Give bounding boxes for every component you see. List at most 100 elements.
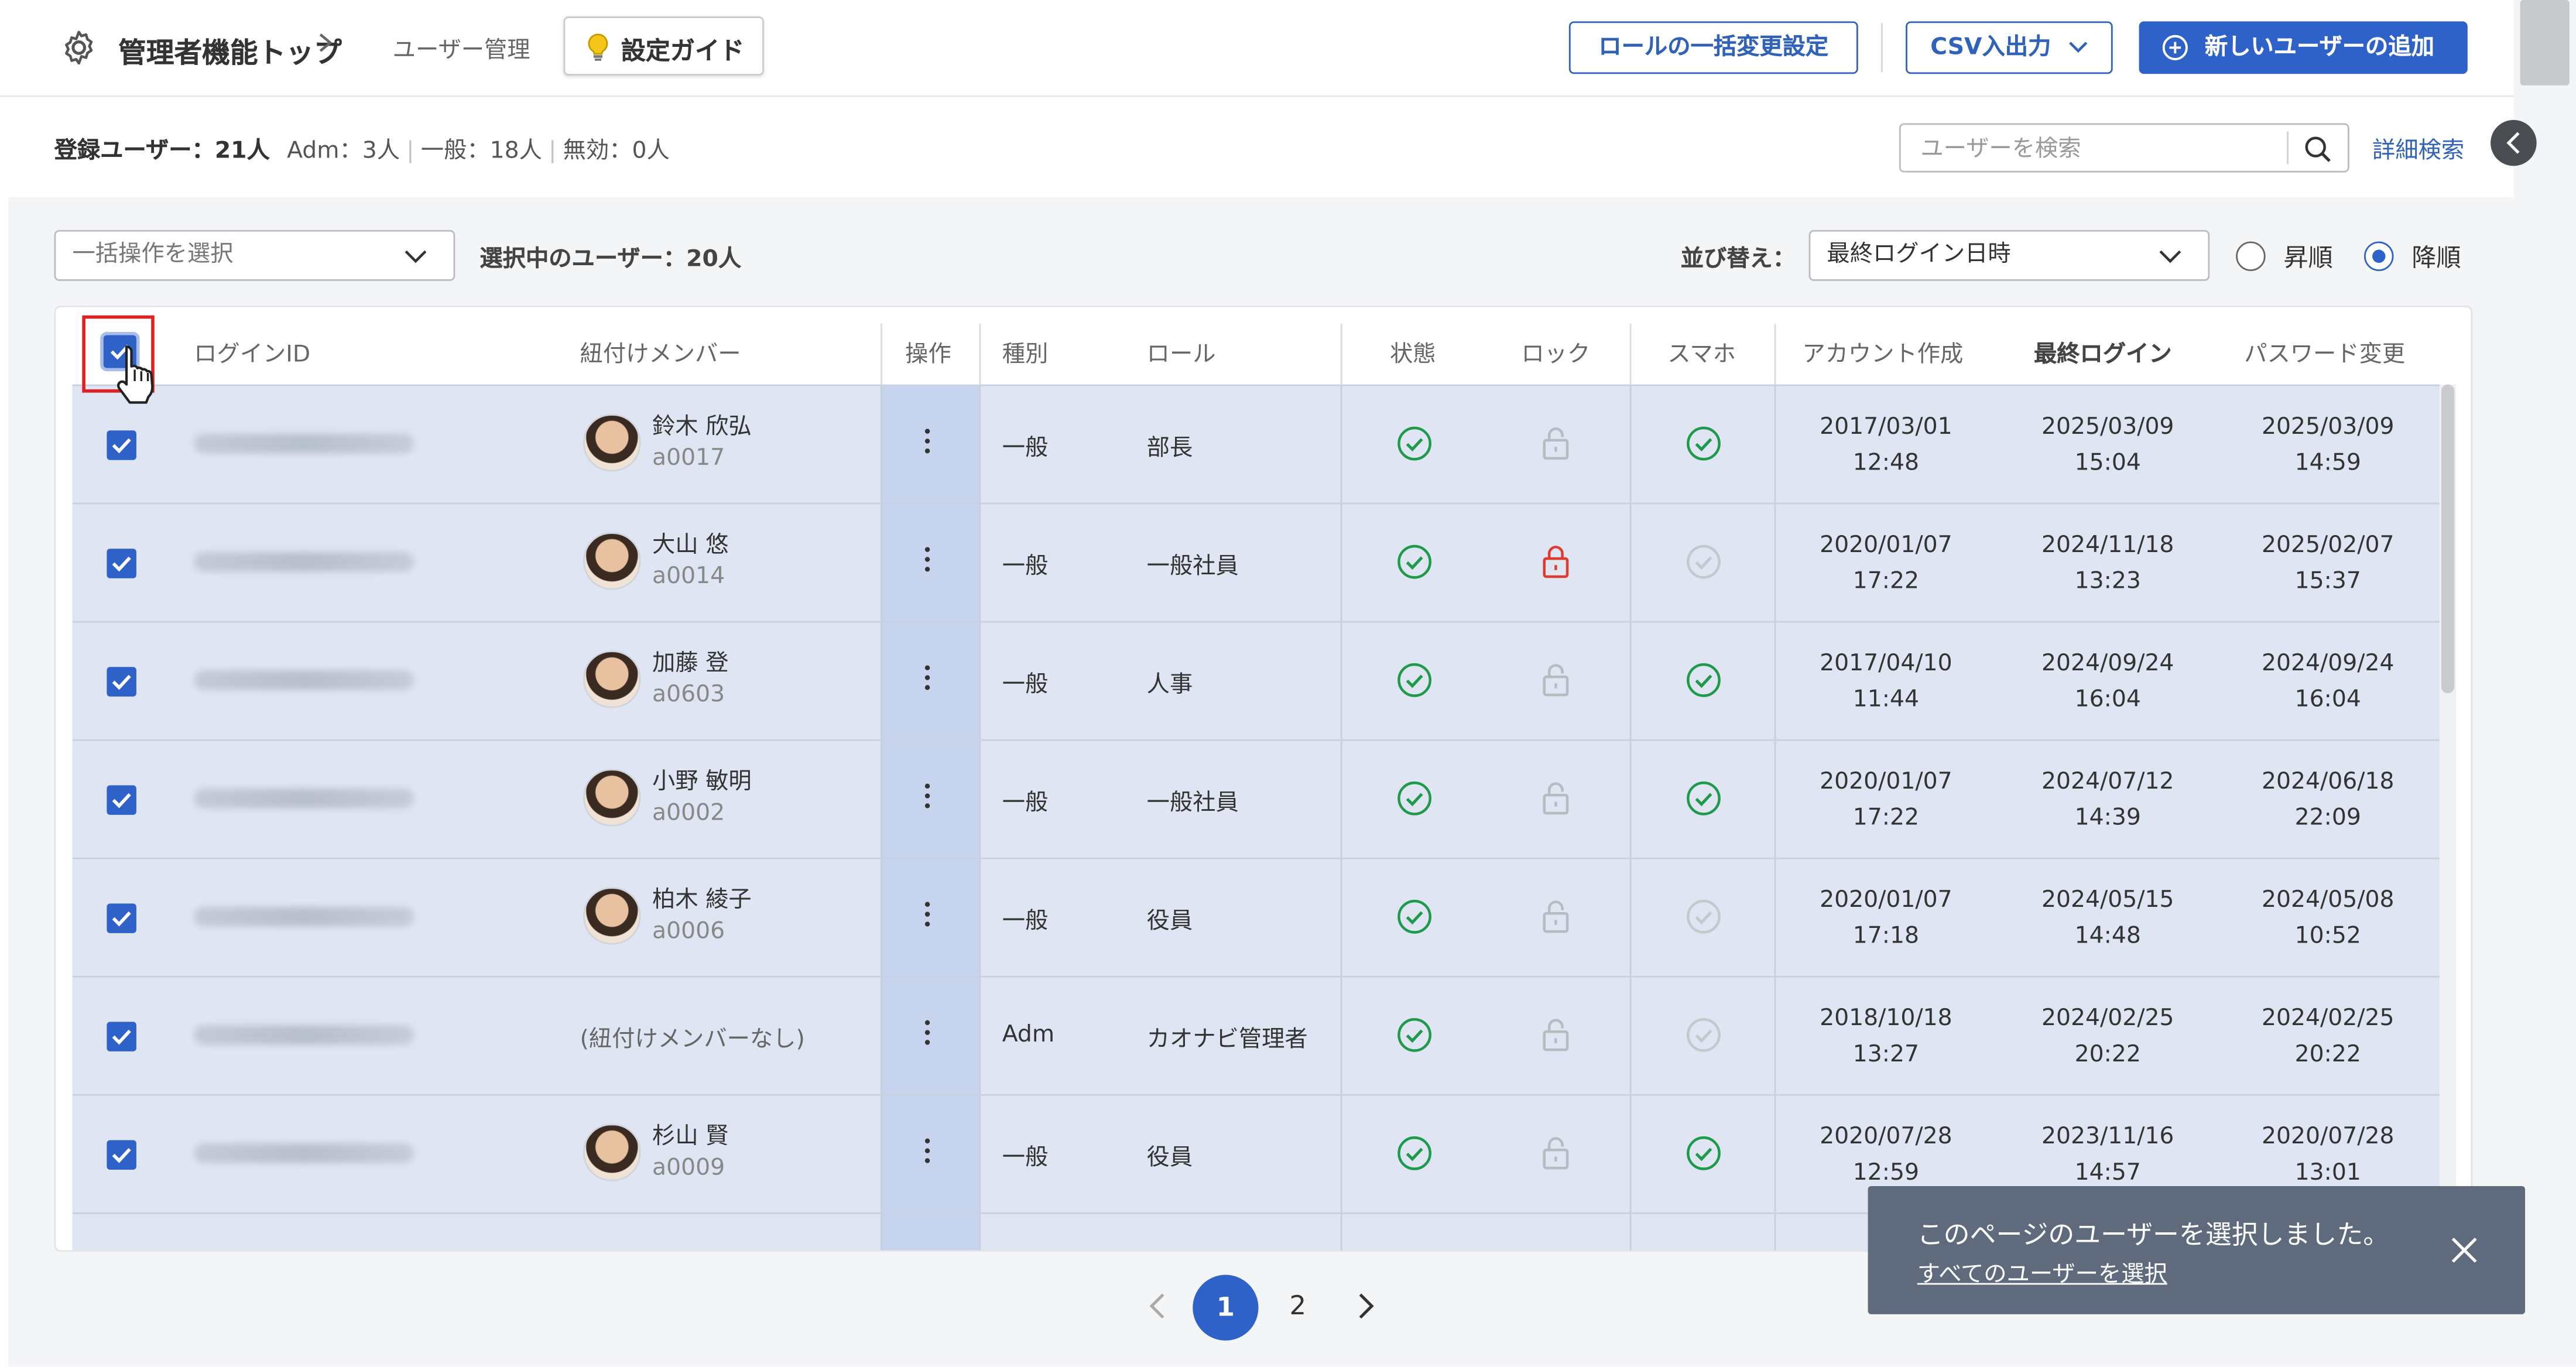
member-name[interactable]: 杉山 賢 — [652, 1119, 728, 1152]
chevron-down-icon — [405, 250, 427, 263]
select-all-users-link[interactable]: すべてのユーザーを選択 — [1917, 1257, 2167, 1290]
row-checkbox[interactable] — [107, 903, 136, 933]
page-1-button[interactable]: 1 — [1193, 1275, 1259, 1341]
breadcrumb-admin-top[interactable]: 管理者機能トップ — [118, 30, 342, 71]
col-account-created[interactable]: アカウント作成 — [1802, 337, 1963, 369]
more-options-icon[interactable] — [924, 665, 931, 691]
more-options-icon[interactable] — [924, 547, 931, 573]
page-scrollbar-thumb[interactable] — [2520, 0, 2570, 85]
csv-io-button[interactable]: CSV入出力 — [1906, 21, 2113, 74]
row-checkbox[interactable] — [107, 667, 136, 697]
password-changed-cell: 2025/02/07 15:37 — [2246, 527, 2410, 599]
last-login-time: 14:48 — [2074, 923, 2141, 950]
row-checkbox[interactable] — [107, 549, 136, 578]
col-lock[interactable]: ロック — [1521, 337, 1590, 369]
next-page-icon[interactable] — [1354, 1291, 1376, 1321]
add-user-button[interactable]: 新しいユーザーの追加 — [2139, 21, 2468, 74]
last-login-time: 16:04 — [2074, 686, 2141, 713]
col-last-login[interactable]: 最終ログイン — [2034, 337, 2172, 369]
col-type[interactable]: 種別 — [1002, 337, 1049, 369]
last-login-cell: 2025/03/09 15:04 — [2026, 409, 2190, 481]
last-login-date: 2025/03/09 — [2041, 414, 2174, 441]
row-checkbox[interactable] — [107, 1022, 136, 1051]
unlock-icon[interactable] — [1539, 426, 1572, 462]
account-created-cell: 2020/01/07 17:22 — [1804, 764, 1968, 836]
role-bulk-change-button[interactable]: ロールの一括変更設定 — [1568, 21, 1858, 74]
breadcrumb-current: ユーザー管理 — [392, 37, 530, 64]
last-login-date: 2023/11/16 — [2041, 1123, 2174, 1150]
table-scrollbar-thumb[interactable] — [2441, 384, 2455, 694]
created-time: 17:22 — [1852, 568, 1920, 595]
search-icon[interactable] — [2303, 135, 2333, 165]
table-scrollbar[interactable] — [2440, 384, 2457, 1250]
gear-icon[interactable] — [59, 28, 98, 67]
member-name[interactable]: 大山 悠 — [652, 527, 728, 560]
member-name[interactable]: 加藤 登 — [652, 646, 728, 679]
advanced-search-link[interactable]: 詳細検索 — [2372, 133, 2464, 166]
member-name[interactable]: 柏木 綾子 — [652, 882, 752, 915]
user-role: 役員 — [1146, 908, 1193, 935]
setup-guide-button[interactable]: 設定ガイド — [563, 16, 764, 76]
col-member[interactable]: 紐付けメンバー — [580, 337, 741, 369]
lightbulb-icon — [588, 33, 608, 61]
password-changed-cell: 2020/07/28 13:01 — [2246, 1119, 2410, 1191]
avatar — [583, 650, 641, 708]
unlock-icon[interactable] — [1539, 1017, 1572, 1053]
password-changed-cell: 2025/03/09 14:59 — [2246, 409, 2410, 481]
check-circle-icon — [1687, 1136, 1721, 1170]
unlock-icon[interactable] — [1539, 780, 1572, 817]
table-row[interactable]: 柏木 綾子 a0006 一般 役員 2020/01/07 17:18 2024/… — [72, 857, 2440, 978]
more-options-icon[interactable] — [924, 1020, 931, 1047]
page-2-button[interactable]: 2 — [1276, 1275, 1319, 1341]
user-search-input[interactable] — [1917, 131, 2286, 168]
user-role: 一般社員 — [1146, 790, 1239, 817]
more-options-icon[interactable] — [924, 1138, 931, 1165]
col-login-id[interactable]: ログインID — [194, 337, 310, 369]
account-created-cell: 2017/03/01 12:48 — [1804, 409, 1968, 481]
col-status[interactable]: 状態 — [1390, 337, 1436, 369]
sort-asc-label[interactable]: 昇順 — [2284, 240, 2333, 275]
col-password-changed[interactable]: パスワード変更 — [2244, 337, 2405, 369]
sort-desc-label[interactable]: 降順 — [2411, 240, 2461, 275]
more-options-icon[interactable] — [924, 783, 931, 810]
last-login-cell: 2024/07/12 14:39 — [2026, 764, 2190, 836]
table-row[interactable]: 加藤 登 a0603 一般 人事 2017/04/10 11:44 2024/0… — [72, 621, 2440, 741]
sort-desc-radio[interactable] — [2364, 241, 2394, 272]
user-type: 一般 — [1002, 790, 1049, 817]
pw-changed-date: 2024/05/08 — [2262, 887, 2395, 914]
row-checkbox[interactable] — [107, 785, 136, 815]
disabled-count: 無効：0人 — [563, 138, 670, 165]
user-type: 一般 — [1002, 1145, 1049, 1171]
col-smartphone[interactable]: スマホ — [1667, 337, 1736, 369]
more-options-icon[interactable] — [924, 902, 931, 929]
sort-asc-radio[interactable] — [2236, 241, 2266, 272]
unlock-icon[interactable] — [1539, 899, 1572, 935]
more-options-icon[interactable] — [924, 429, 931, 455]
login-id-blurred — [194, 551, 415, 572]
member-name[interactable]: 鈴木 欣弘 — [652, 409, 752, 442]
row-checkbox[interactable] — [107, 430, 136, 460]
sort-field-select[interactable]: 最終ログイン日時 — [1808, 229, 2210, 281]
member-name[interactable]: 小野 敏明 — [652, 764, 752, 797]
close-icon[interactable] — [2450, 1235, 2479, 1265]
unlock-icon[interactable] — [1539, 1135, 1572, 1171]
password-changed-cell: 2024/05/08 10:52 — [2246, 882, 2410, 954]
bulk-action-select[interactable]: 一括操作を選択 — [54, 229, 455, 281]
unlock-icon[interactable] — [1539, 662, 1572, 698]
table-row[interactable]: 小野 敏明 a0002 一般 一般社員 2020/01/07 17:22 202… — [72, 739, 2440, 859]
table-row[interactable]: 鈴木 欣弘 a0017 一般 部長 2017/03/01 12:48 2025/… — [72, 384, 2440, 505]
collapse-panel-button[interactable] — [2491, 119, 2537, 166]
lock-icon[interactable] — [1539, 544, 1572, 580]
avatar — [583, 532, 641, 590]
user-type: 一般 — [1002, 671, 1049, 698]
prev-page-icon[interactable] — [1147, 1291, 1170, 1321]
last-login-time: 13:23 — [2074, 568, 2141, 595]
table-row[interactable]: (紐付けメンバーなし) Adm カオナビ管理者 2018/10/18 13:27… — [72, 975, 2440, 1096]
page-scrollbar[interactable] — [2513, 0, 2576, 1367]
user-stats: 登録ユーザー：21人 Adm：3人 | 一般：18人 | 無効：0人 — [54, 138, 670, 165]
col-role[interactable]: ロール — [1147, 337, 1216, 369]
table-row[interactable]: 大山 悠 a0014 一般 一般社員 2020/01/07 17:22 2024… — [72, 502, 2440, 623]
check-circle-disabled-icon — [1687, 1017, 1721, 1052]
row-checkbox[interactable] — [107, 1140, 136, 1170]
account-created-cell: 2020/07/28 12:59 — [1804, 1119, 1968, 1191]
